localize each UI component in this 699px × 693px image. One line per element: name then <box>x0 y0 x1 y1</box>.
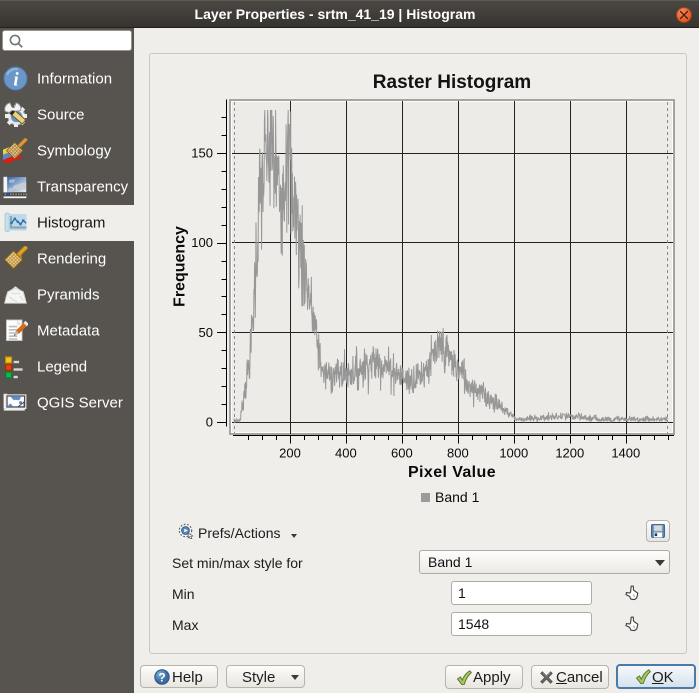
svg-text:?: ? <box>158 671 165 685</box>
svg-text:Band 1: Band 1 <box>435 489 480 505</box>
svg-text:0: 0 <box>206 415 213 430</box>
svg-text:150: 150 <box>191 146 213 161</box>
svg-text:1000: 1000 <box>499 446 528 461</box>
svg-text:50: 50 <box>199 325 213 340</box>
svg-text:200: 200 <box>279 446 301 461</box>
svg-text:800: 800 <box>447 446 469 461</box>
svg-text:600: 600 <box>391 446 413 461</box>
svg-text:400: 400 <box>335 446 357 461</box>
svg-text:1200: 1200 <box>555 446 584 461</box>
svg-text:i: i <box>13 70 19 91</box>
svg-text:Frequency: Frequency <box>172 226 189 307</box>
svg-text:Pixel Value: Pixel Value <box>408 464 496 481</box>
svg-text:1400: 1400 <box>611 446 640 461</box>
svg-text:100: 100 <box>191 235 213 250</box>
